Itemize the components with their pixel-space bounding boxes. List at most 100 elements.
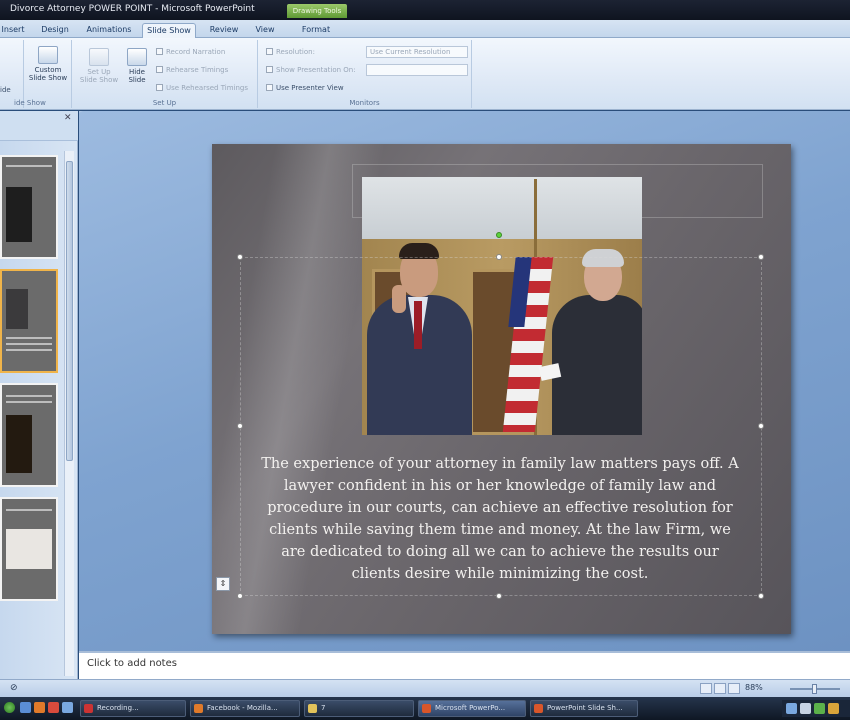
autofit-options-icon[interactable]: ⇕	[216, 577, 230, 591]
notes-pane[interactable]: Click to add notes	[79, 651, 850, 679]
group-label-monitors: Monitors	[349, 99, 380, 107]
taskbar-item-powerpoint[interactable]: Microsoft PowerPo...	[418, 700, 526, 717]
ribbon-tabs: Insert Design Animations Slide Show Revi…	[0, 20, 850, 38]
custom-slide-show-button[interactable]: Custom Slide Show	[26, 46, 70, 82]
show-presentation-on-label: Show Presentation On:	[266, 66, 356, 74]
taskbar-item-slideshow[interactable]: PowerPoint Slide Sh...	[530, 700, 638, 717]
group-label-set-up: Set Up	[152, 99, 177, 107]
tab-animations[interactable]: Animations	[82, 23, 136, 38]
resize-handle[interactable]	[758, 254, 764, 260]
zoom-level[interactable]: 88%	[745, 683, 763, 692]
scrollbar-thumb[interactable]	[66, 161, 73, 461]
slide-show-view-button[interactable]	[728, 683, 740, 694]
tab-format[interactable]: Format	[298, 23, 334, 38]
slide-body-text[interactable]: The experience of your attorney in famil…	[260, 453, 740, 585]
windows-taskbar: Recording... Facebook - Mozilla... 7 Mic…	[0, 697, 850, 720]
resize-handle[interactable]	[237, 254, 243, 260]
slide-thumbnail-selected[interactable]	[0, 269, 58, 373]
firefox-icon	[194, 704, 203, 713]
resize-handle[interactable]	[758, 593, 764, 599]
status-bar: ⊘ 88%	[0, 679, 850, 697]
resize-handle[interactable]	[496, 254, 502, 260]
slides-pane-scrollbar[interactable]	[64, 151, 74, 676]
slide-sorter-view-button[interactable]	[714, 683, 726, 694]
tab-insert[interactable]: Insert	[0, 23, 26, 38]
thumbnail-image	[6, 529, 52, 569]
rotate-handle[interactable]	[496, 232, 502, 238]
thumbnail-image	[6, 289, 28, 329]
mic-icon	[156, 48, 163, 55]
hide-slide-button[interactable]: Hide Slide	[122, 48, 152, 84]
set-up-slide-show-label: Set Up Slide Show	[79, 68, 119, 84]
rehearse-timings-label: Rehearse Timings	[166, 66, 229, 74]
slide-thumbnail[interactable]	[0, 155, 58, 259]
taskbar-item-folder[interactable]: 7	[304, 700, 414, 717]
notes-placeholder: Click to add notes	[87, 658, 177, 669]
thumbnail-image	[6, 415, 32, 473]
custom-slide-show-label: Custom Slide Show	[28, 66, 68, 82]
group-custom-show: Custom Slide Show ide Show	[14, 40, 72, 108]
resize-handle[interactable]	[496, 593, 502, 599]
use-rehearsed-timings-label: Use Rehearsed Timings	[166, 84, 248, 92]
custom-show-icon	[38, 46, 58, 64]
tray-icon[interactable]	[828, 703, 839, 714]
thumbnail-image	[6, 187, 32, 242]
use-presenter-view-checkbox[interactable]: Use Presenter View	[266, 84, 344, 92]
close-pane-icon[interactable]: ✕	[64, 113, 72, 123]
resize-handle[interactable]	[237, 593, 243, 599]
volume-icon[interactable]	[800, 703, 811, 714]
display-icon	[266, 66, 273, 73]
window-title: Divorce Attorney POWER POINT - Microsoft…	[10, 4, 255, 14]
rehearse-timings-button[interactable]: Rehearse Timings	[156, 66, 228, 74]
show-presentation-on-text: Show Presentation On:	[276, 66, 356, 74]
network-icon[interactable]	[786, 703, 797, 714]
powerpoint-icon	[422, 704, 431, 713]
quicklaunch-icon[interactable]	[48, 702, 59, 713]
group-monitors: Resolution: Show Presentation On: Use Pr…	[258, 40, 472, 108]
system-tray	[782, 700, 850, 717]
slide-thumbnail[interactable]	[0, 383, 58, 487]
resize-handle[interactable]	[758, 423, 764, 429]
use-presenter-view-label: Use Presenter View	[276, 84, 344, 92]
group-start-slide-show: ide	[0, 40, 24, 108]
current-slide[interactable]: The experience of your attorney in famil…	[212, 144, 791, 634]
tray-icon[interactable]	[814, 703, 825, 714]
slide-thumbnail[interactable]	[0, 497, 58, 601]
show-presentation-on-dropdown[interactable]	[366, 64, 468, 76]
resolution-label: Resolution:	[266, 48, 315, 56]
resize-handle[interactable]	[237, 423, 243, 429]
powerpoint-icon	[534, 704, 543, 713]
checkbox-icon	[156, 84, 163, 91]
setup-show-icon	[89, 48, 109, 66]
normal-view-button[interactable]	[700, 683, 712, 694]
hide-slide-label: Hide Slide	[128, 68, 146, 84]
resolution-label-text: Resolution:	[276, 48, 315, 56]
tab-design[interactable]: Design	[38, 23, 72, 38]
slide-editing-area[interactable]: The experience of your attorney in famil…	[79, 111, 850, 651]
monitor-icon	[266, 48, 273, 55]
folder-icon	[308, 704, 317, 713]
tab-view[interactable]: View	[250, 23, 280, 38]
start-orb-icon[interactable]	[4, 702, 15, 713]
ribbon: ide Custom Slide Show ide Show Set Up Sl…	[0, 38, 850, 110]
quicklaunch-icon[interactable]	[62, 702, 73, 713]
record-narration-button[interactable]: Record Narration	[156, 48, 225, 56]
contextual-tab-drawing-tools[interactable]: Drawing Tools	[287, 4, 347, 18]
clock-icon	[156, 66, 163, 73]
hide-slide-icon	[127, 48, 147, 66]
tab-review[interactable]: Review	[206, 23, 242, 38]
taskbar-item-recording[interactable]: Recording...	[80, 700, 186, 717]
resolution-dropdown[interactable]: Use Current Resolution	[366, 46, 468, 58]
set-up-slide-show-button[interactable]: Set Up Slide Show	[78, 48, 120, 84]
pane-tabs: ✕	[0, 111, 78, 141]
use-rehearsed-timings-checkbox[interactable]: Use Rehearsed Timings	[156, 84, 248, 92]
taskbar-item-facebook[interactable]: Facebook - Mozilla...	[190, 700, 300, 717]
title-bar: Divorce Attorney POWER POINT - Microsoft…	[0, 0, 850, 20]
checkbox-icon	[266, 84, 273, 91]
show-desktop-icon[interactable]	[20, 702, 31, 713]
zoom-slider-knob[interactable]	[812, 684, 817, 694]
status-check-icon: ⊘	[10, 683, 18, 693]
tab-slide-show[interactable]: Slide Show	[142, 23, 196, 38]
from-current-slide-partial[interactable]: ide	[0, 86, 11, 94]
firefox-icon[interactable]	[34, 702, 45, 713]
